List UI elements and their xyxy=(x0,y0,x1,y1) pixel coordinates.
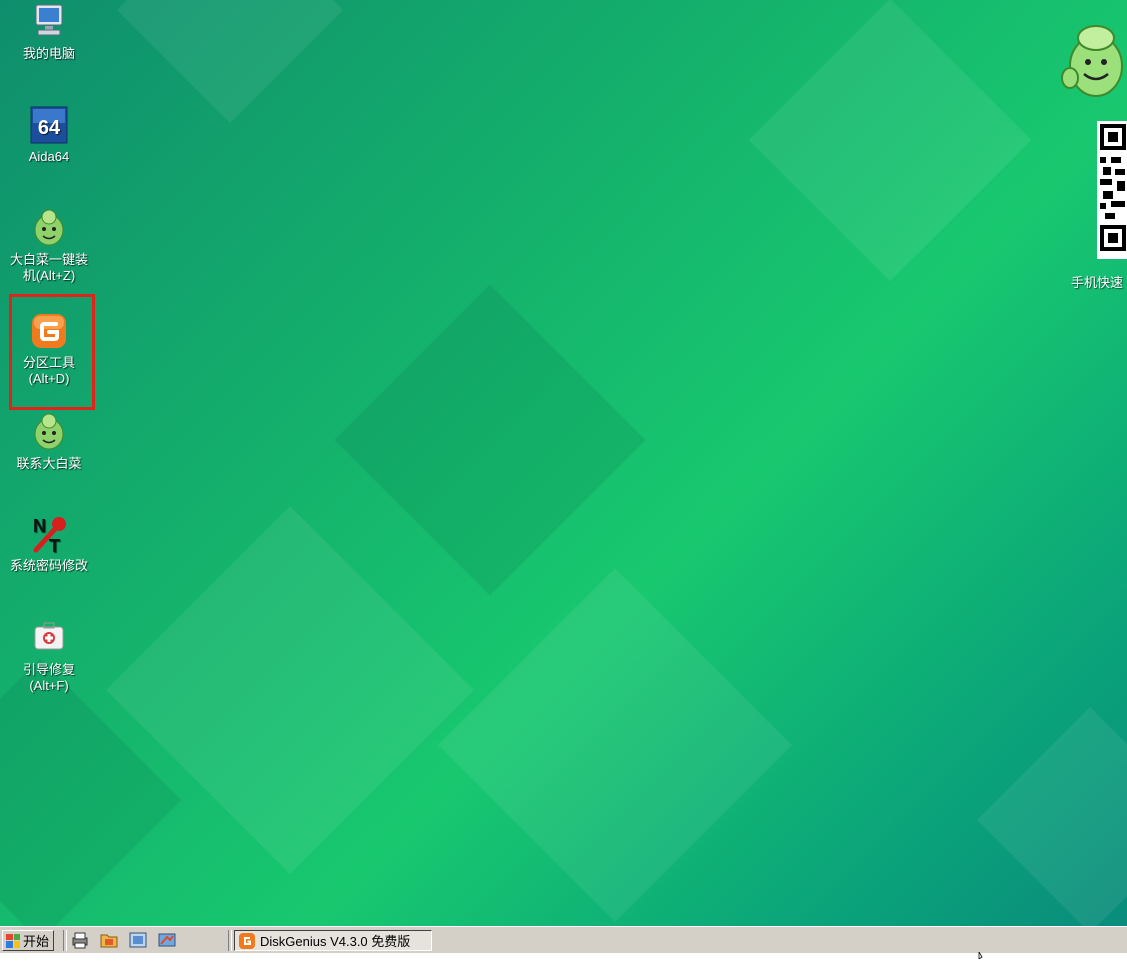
qr-code-icon xyxy=(1100,124,1126,251)
icon-label: 分区工具 xyxy=(22,355,75,370)
aida64-icon: 64 xyxy=(29,105,69,145)
icon-label: 大白菜一键装 xyxy=(9,252,88,267)
taskbar-separator xyxy=(63,930,67,951)
icon-label: 我的电脑 xyxy=(22,46,75,61)
dabaicai-contact-icon xyxy=(29,412,69,452)
desktop-icon-partition-tool[interactable]: 分区工具 (Alt+D) xyxy=(1,311,97,387)
windows-logo-icon xyxy=(6,933,20,948)
icon-label: 机(Alt+Z) xyxy=(22,268,76,283)
bg-diamond xyxy=(116,0,344,124)
svg-text:64: 64 xyxy=(38,117,61,139)
desktop-icon-password-change[interactable]: N T 系统密码修改 xyxy=(1,514,97,574)
bg-diamond xyxy=(748,0,1032,282)
taskbar-button-diskgenius[interactable]: DiskGenius V4.3.0 免费版 xyxy=(234,930,432,951)
tools-icon[interactable] xyxy=(157,931,177,949)
icon-label: 系统密码修改 xyxy=(9,558,88,573)
desktop-icon-aida64[interactable]: 64 Aida64 xyxy=(1,105,97,165)
desktop-icon-dabaicai-install[interactable]: 大白菜一键装 机(Alt+Z) xyxy=(1,208,97,284)
desktop: 我的电脑 64 Aida64 大白菜一键装 机(Alt+Z) 分区工具 (Alt… xyxy=(0,0,1127,926)
boot-repair-icon xyxy=(29,618,69,658)
desktop-icon-my-computer[interactable]: 我的电脑 xyxy=(1,2,97,62)
bg-diamond xyxy=(976,706,1127,926)
taskbar: 开始 DiskGenius V4.3.0 免费版 xyxy=(0,926,1127,960)
diskgenius-icon xyxy=(29,311,69,351)
icon-label: Aida64 xyxy=(28,149,70,164)
computer-icon xyxy=(29,2,69,42)
dabaicai-mascot-icon xyxy=(1060,22,1126,100)
svg-text:T: T xyxy=(49,536,60,554)
screen-icon[interactable] xyxy=(128,931,148,949)
icon-label: 联系大白菜 xyxy=(16,456,82,471)
taskbar-separator xyxy=(228,930,232,951)
task-label: DiskGenius V4.3.0 免费版 xyxy=(260,934,411,949)
folder-icon[interactable] xyxy=(99,931,119,949)
start-button[interactable]: 开始 xyxy=(2,930,55,951)
qr-label: 手机快速 xyxy=(1071,275,1124,290)
desktop-icon-boot-repair[interactable]: 引导修复 (Alt+F) xyxy=(1,618,97,694)
bg-diamond xyxy=(438,568,792,922)
nt-password-icon: N T xyxy=(29,514,69,556)
qr-code xyxy=(1097,121,1127,259)
diskgenius-icon xyxy=(239,932,255,949)
start-label: 开始 xyxy=(23,934,50,949)
icon-label: (Alt+D) xyxy=(28,371,70,386)
mouse-cursor-icon xyxy=(978,947,988,962)
bg-diamond xyxy=(334,284,646,596)
icon-label: (Alt+F) xyxy=(29,678,69,693)
svg-text:N: N xyxy=(33,516,46,536)
printer-icon[interactable] xyxy=(70,931,90,949)
icon-label: 引导修复 xyxy=(22,662,75,677)
desktop-icon-contact-dabaicai[interactable]: 联系大白菜 xyxy=(1,412,97,472)
dabaicai-install-icon xyxy=(29,208,69,248)
